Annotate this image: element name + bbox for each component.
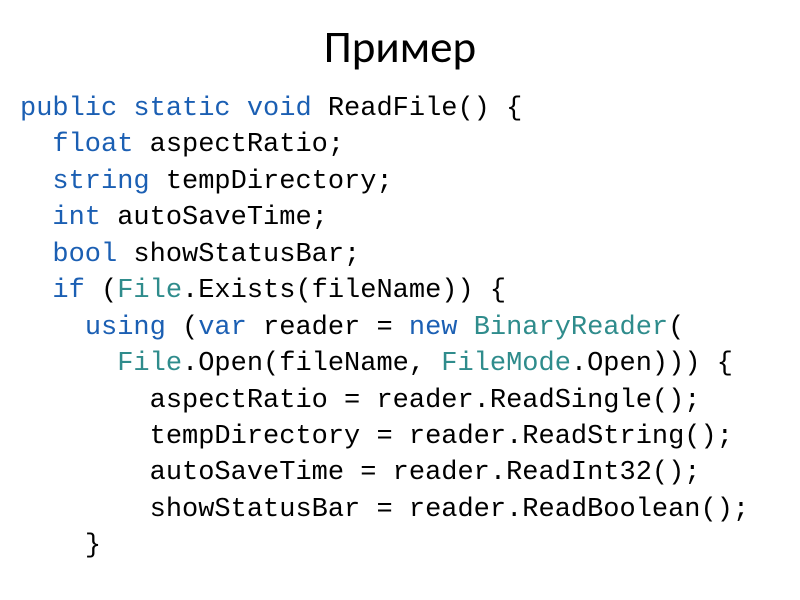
code-text: ( bbox=[166, 313, 198, 343]
code-text: showStatusBar = reader.ReadBoolean(); bbox=[150, 495, 750, 525]
code-text: reader = bbox=[247, 313, 409, 343]
code-line: bool showStatusBar; bbox=[20, 240, 360, 270]
indent bbox=[20, 276, 52, 306]
indent bbox=[20, 313, 85, 343]
class-name: BinaryReader bbox=[474, 313, 668, 343]
code-line: using (var reader = new BinaryReader( bbox=[20, 313, 684, 343]
code-line: int autoSaveTime; bbox=[20, 203, 328, 233]
code-line: File.Open(fileName, FileMode.Open))) { bbox=[20, 349, 733, 379]
code-line: showStatusBar = reader.ReadBoolean(); bbox=[20, 495, 749, 525]
slide-title: Пример bbox=[20, 20, 780, 75]
code-text: ReadFile() { bbox=[312, 94, 523, 124]
keyword: using bbox=[85, 313, 166, 343]
indent bbox=[20, 422, 150, 452]
code-text: autoSaveTime; bbox=[101, 203, 328, 233]
code-text: tempDirectory = reader.ReadString(); bbox=[150, 422, 733, 452]
code-line: tempDirectory = reader.ReadString(); bbox=[20, 422, 733, 452]
indent bbox=[20, 386, 150, 416]
code-text: aspectRatio = reader.ReadSingle(); bbox=[150, 386, 701, 416]
indent bbox=[20, 240, 52, 270]
indent bbox=[20, 130, 52, 160]
code-line: string tempDirectory; bbox=[20, 167, 393, 197]
indent bbox=[20, 495, 150, 525]
slide: Пример public static void ReadFile() { f… bbox=[0, 0, 800, 600]
code-line: } bbox=[20, 531, 101, 561]
code-text: .Exists(fileName)) { bbox=[182, 276, 506, 306]
code-line: aspectRatio = reader.ReadSingle(); bbox=[20, 386, 701, 416]
keyword: int bbox=[52, 203, 101, 233]
indent bbox=[20, 203, 52, 233]
code-line: if (File.Exists(fileName)) { bbox=[20, 276, 506, 306]
keyword: static bbox=[133, 94, 230, 124]
indent bbox=[20, 167, 52, 197]
class-name: File bbox=[117, 349, 182, 379]
keyword: void bbox=[247, 94, 312, 124]
keyword: bool bbox=[52, 240, 117, 270]
code-text: .Open(fileName, bbox=[182, 349, 441, 379]
keyword: var bbox=[198, 313, 247, 343]
code-text bbox=[457, 313, 473, 343]
code-line: autoSaveTime = reader.ReadInt32(); bbox=[20, 458, 701, 488]
class-name: FileMode bbox=[441, 349, 571, 379]
code-text: ( bbox=[668, 313, 684, 343]
code-text: .Open))) { bbox=[571, 349, 733, 379]
code-text: autoSaveTime = reader.ReadInt32(); bbox=[150, 458, 701, 488]
code-line: float aspectRatio; bbox=[20, 130, 344, 160]
code-text: tempDirectory; bbox=[150, 167, 393, 197]
keyword: string bbox=[52, 167, 149, 197]
keyword: public bbox=[20, 94, 117, 124]
indent bbox=[20, 531, 85, 561]
code-text: aspectRatio; bbox=[133, 130, 344, 160]
code-block: public static void ReadFile() { float as… bbox=[20, 91, 780, 565]
code-text: } bbox=[85, 531, 101, 561]
code-text: showStatusBar; bbox=[117, 240, 360, 270]
keyword: new bbox=[409, 313, 458, 343]
code-line: public static void ReadFile() { bbox=[20, 94, 522, 124]
code-text: ( bbox=[85, 276, 117, 306]
keyword: float bbox=[52, 130, 133, 160]
keyword: if bbox=[52, 276, 84, 306]
indent bbox=[20, 458, 150, 488]
class-name: File bbox=[117, 276, 182, 306]
indent bbox=[20, 349, 117, 379]
